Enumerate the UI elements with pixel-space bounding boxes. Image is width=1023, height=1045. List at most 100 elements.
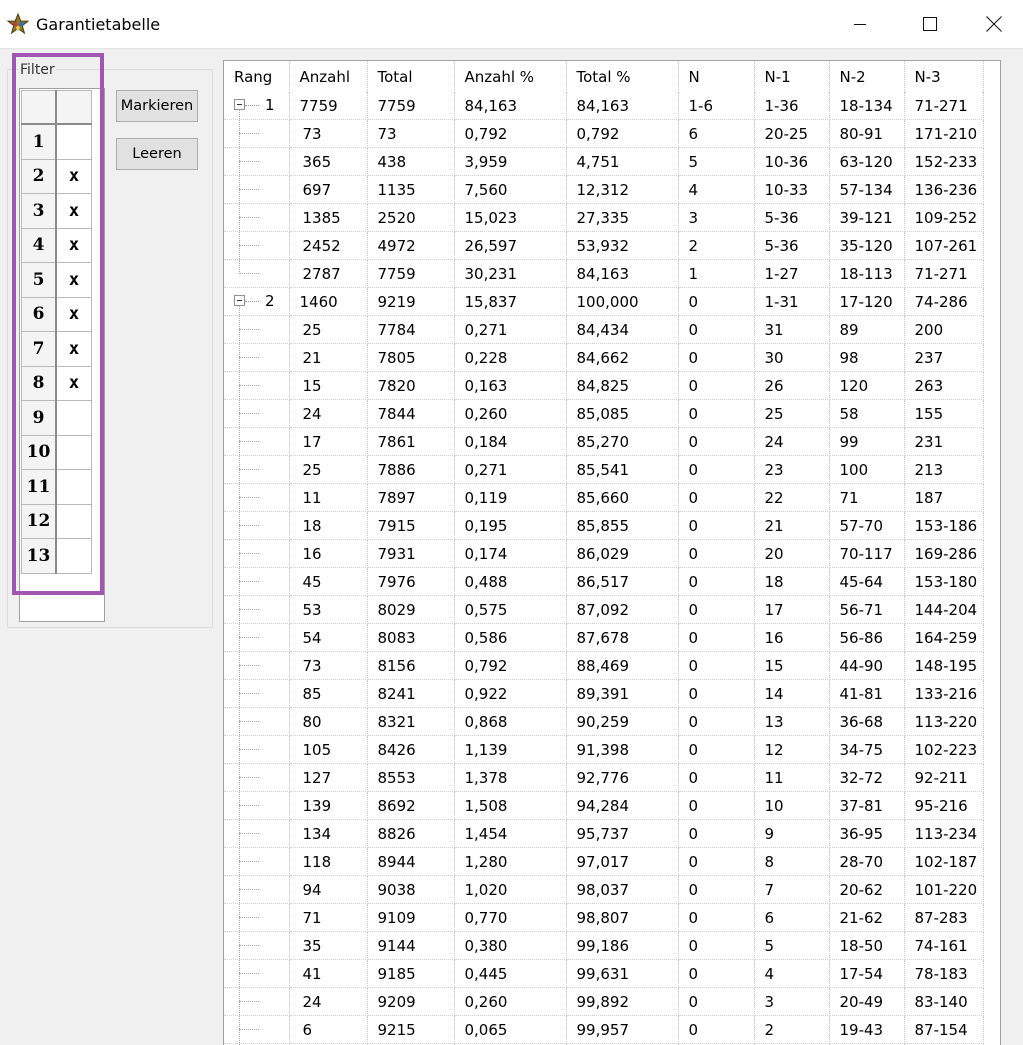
cell-rang — [224, 483, 290, 512]
column-header-total-percent[interactable]: Total % — [566, 61, 679, 92]
tree-group-row[interactable]: 2 1460 9219 15,837 100,000 0 1-31 17-120 74-286 — [224, 287, 984, 316]
tree-child-row[interactable]: 24 9209 0,260 99,892 0 3 20-49 83-140 — [224, 987, 984, 1016]
filter-row-mark[interactable] — [55, 538, 92, 574]
tree-child-row[interactable]: 139 8692 1,508 94,284 0 10 37-81 95-216 — [224, 791, 984, 820]
filter-row[interactable]: 9 — [21, 400, 92, 436]
tree-connector — [239, 245, 259, 246]
filter-row-mark[interactable]: x — [55, 193, 92, 229]
cell-total: 7976 — [367, 567, 455, 596]
tree-child-row[interactable]: 80 8321 0,868 90,259 0 13 36-68 113-220 — [224, 707, 984, 736]
tree-child-row[interactable]: 11 7897 0,119 85,660 0 22 71 187 — [224, 483, 984, 512]
title-bar[interactable]: Garantietabelle — [0, 0, 1023, 49]
tree-child-row[interactable]: 18 7915 0,195 85,855 0 21 57-70 153-186 — [224, 511, 984, 540]
filter-row[interactable]: 2x — [21, 158, 92, 194]
cell-rang — [224, 763, 290, 792]
filter-grid[interactable]: 1 2 x 3 x 4 x 5 x 6 x 7 x 8 x 9 10 11 12 13 — [21, 90, 92, 574]
filter-row[interactable]: 5x — [21, 262, 92, 298]
tree-child-row[interactable]: 2452 4972 26,597 53,932 2 5-36 35-120 107-261 — [224, 231, 984, 260]
filter-row-mark[interactable]: x — [55, 365, 92, 401]
tree-child-row[interactable]: 6 9215 0,065 99,957 0 2 19-43 87-154 — [224, 1015, 984, 1044]
cell-rang — [224, 1015, 290, 1044]
tree-child-row[interactable]: 73 73 0,792 0,792 6 20-25 80-91 171-210 — [224, 119, 984, 148]
leeren-button[interactable]: Leeren — [116, 138, 198, 170]
tree-child-row[interactable]: 1385 2520 15,023 27,335 3 5-36 39-121 109-252 — [224, 203, 984, 232]
tree-child-row[interactable]: 118 8944 1,280 97,017 0 8 28-70 102-187 — [224, 847, 984, 876]
tree-child-row[interactable]: 127 8553 1,378 92,776 0 11 32-72 92-211 — [224, 763, 984, 792]
tree-child-row[interactable]: 85 8241 0,922 89,391 0 14 41-81 133-216 — [224, 679, 984, 708]
tree-child-row[interactable]: 2787 7759 30,231 84,163 1 1-27 18-113 71-271 — [224, 259, 984, 288]
tree-connector — [239, 973, 259, 974]
filter-row-mark[interactable] — [55, 123, 92, 160]
tree-group-row[interactable]: 1 7759 7759 84,163 84,163 1-6 1-36 18-134 71-271 — [224, 92, 984, 120]
collapse-icon[interactable] — [234, 99, 245, 110]
filter-row-mark[interactable]: x — [55, 227, 92, 263]
filter-row-mark[interactable]: x — [55, 158, 92, 194]
filter-row[interactable]: 6x — [21, 296, 92, 332]
tree-child-row[interactable]: 45 7976 0,488 86,517 0 18 45-64 153-180 — [224, 567, 984, 596]
collapse-icon[interactable] — [234, 295, 245, 306]
tree-child-row[interactable]: 41 9185 0,445 99,631 0 4 17-54 78-183 — [224, 959, 984, 988]
markieren-button[interactable]: Markieren — [116, 90, 198, 122]
column-header-anzahl[interactable]: Anzahl — [289, 61, 368, 92]
column-header-n-2[interactable]: N-2 — [829, 61, 905, 92]
tree-child-row[interactable]: 94 9038 1,020 98,037 0 7 20-62 101-220 — [224, 875, 984, 904]
cell-n-3: 164-259 — [904, 623, 984, 652]
filter-row-mark[interactable]: x — [55, 296, 92, 332]
column-header-rang[interactable]: Rang — [224, 61, 290, 92]
cell-n-2: 89 — [829, 315, 905, 344]
filter-row[interactable]: 8x — [21, 365, 92, 401]
tree-child-row[interactable]: 21 7805 0,228 84,662 0 30 98 237 — [224, 343, 984, 372]
filter-row[interactable]: 4x — [21, 227, 92, 263]
column-header-anzahl-percent[interactable]: Anzahl % — [454, 61, 567, 92]
cell-n: 0 — [678, 987, 755, 1016]
cell-total-percent: 86,517 — [566, 567, 679, 596]
cell-total: 8029 — [367, 595, 455, 624]
cell-anzahl-percent: 0,228 — [454, 343, 567, 372]
guarantee-tree-table[interactable]: Rang Anzahl Total Anzahl % Total % N N-1… — [223, 60, 1001, 1045]
filter-row[interactable]: 13 — [21, 538, 92, 574]
filter-row-mark[interactable]: x — [55, 262, 92, 298]
filter-row[interactable]: 10 — [21, 434, 92, 470]
tree-child-row[interactable]: 53 8029 0,575 87,092 0 17 56-71 144-204 — [224, 595, 984, 624]
cell-n-3: 152-233 — [904, 147, 984, 176]
filter-row-mark[interactable] — [55, 434, 92, 470]
cell-total: 9185 — [367, 959, 455, 988]
cell-anzahl-percent: 7,560 — [454, 175, 567, 204]
filter-row[interactable]: 7x — [21, 331, 92, 367]
column-header-n-3[interactable]: N-3 — [904, 61, 984, 92]
tree-child-row[interactable]: 24 7844 0,260 85,085 0 25 58 155 — [224, 399, 984, 428]
filter-row[interactable]: 12 — [21, 503, 92, 539]
tree-child-row[interactable]: 25 7784 0,271 84,434 0 31 89 200 — [224, 315, 984, 344]
tree-child-row[interactable]: 16 7931 0,174 86,029 0 20 70-117 169-286 — [224, 539, 984, 568]
cell-n: 0 — [678, 287, 755, 316]
cell-n-1: 10 — [754, 791, 830, 820]
column-header-total[interactable]: Total — [367, 61, 455, 92]
filter-row-mark[interactable] — [55, 503, 92, 539]
filter-row[interactable]: 3x — [21, 193, 92, 229]
close-button[interactable] — [965, 0, 1023, 48]
tree-child-row[interactable]: 35 9144 0,380 99,186 0 5 18-50 74-161 — [224, 931, 984, 960]
cell-n-1: 22 — [754, 483, 830, 512]
tree-child-row[interactable]: 134 8826 1,454 95,737 0 9 36-95 113-234 — [224, 819, 984, 848]
tree-child-row[interactable]: 697 1135 7,560 12,312 4 10-33 57-134 136-236 — [224, 175, 984, 204]
filter-row[interactable]: 1 — [21, 123, 92, 160]
maximize-button[interactable] — [895, 0, 965, 48]
tree-child-row[interactable]: 73 8156 0,792 88,469 0 15 44-90 148-195 — [224, 651, 984, 680]
cell-total-percent: 53,932 — [566, 231, 679, 260]
column-header-n[interactable]: N — [678, 61, 755, 92]
filter-row[interactable]: 11 — [21, 469, 92, 505]
tree-child-row[interactable]: 25 7886 0,271 85,541 0 23 100 213 — [224, 455, 984, 484]
filter-row-mark[interactable]: x — [55, 331, 92, 367]
tree-child-row[interactable]: 15 7820 0,163 84,825 0 26 120 263 — [224, 371, 984, 400]
tree-child-row[interactable]: 105 8426 1,139 91,398 0 12 34-75 102-223 — [224, 735, 984, 764]
tree-child-row[interactable]: 17 7861 0,184 85,270 0 24 99 231 — [224, 427, 984, 456]
filter-row-mark[interactable] — [55, 469, 92, 505]
cell-total-percent: 27,335 — [566, 203, 679, 232]
tree-child-row[interactable]: 54 8083 0,586 87,678 0 16 56-86 164-259 — [224, 623, 984, 652]
column-header-n-1[interactable]: N-1 — [754, 61, 830, 92]
tree-child-row[interactable]: 365 438 3,959 4,751 5 10-36 63-120 152-233 — [224, 147, 984, 176]
tree-child-row[interactable]: 71 9109 0,770 98,807 0 6 21-62 87-283 — [224, 903, 984, 932]
minimize-button[interactable] — [825, 0, 895, 48]
filter-row-mark[interactable] — [55, 400, 92, 436]
cell-n: 0 — [678, 427, 755, 456]
